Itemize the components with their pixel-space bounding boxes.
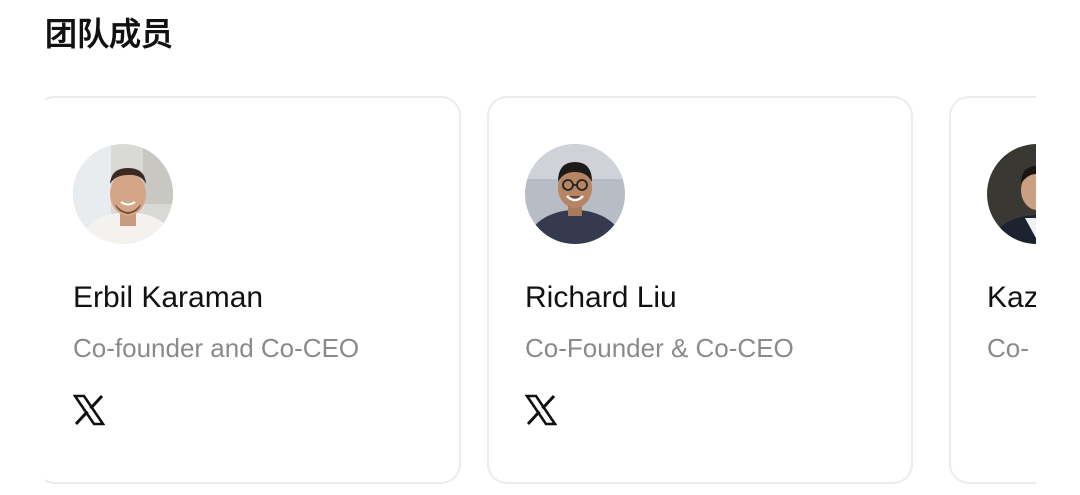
team-carousel[interactable]: Erbil Karaman Co-founder and Co-CEO Rich… [45, 96, 1036, 488]
avatar [987, 144, 1036, 244]
x-profile-link[interactable] [524, 394, 558, 426]
section-title: 团队成员 [45, 15, 174, 53]
member-card-erbil-karaman: Erbil Karaman Co-founder and Co-CEO [45, 96, 461, 484]
member-role: Co-Founder & Co-CEO [525, 333, 794, 363]
x-profile-link[interactable] [72, 394, 106, 426]
member-card-richard-liu: Richard Liu Co-Founder & Co-CEO [487, 96, 913, 484]
member-role: Co-founder and Co-CEO [73, 333, 360, 363]
avatar [525, 144, 625, 244]
team-section: 团队成员 Erbil Karaman Co-founder and Co-CEO… [0, 0, 1080, 495]
avatar [73, 144, 173, 244]
x-logo-icon [72, 394, 106, 426]
member-role: Co- [987, 333, 1029, 363]
avatar-photo [987, 144, 1036, 244]
member-name: Richard Liu [525, 281, 677, 314]
x-logo-icon [524, 394, 558, 426]
member-name: Erbil Karaman [73, 281, 264, 314]
avatar-photo [525, 144, 625, 244]
member-card-partial: Kaz Co- [949, 96, 1036, 484]
member-name: Kaz [987, 281, 1036, 314]
avatar-photo [73, 144, 173, 244]
